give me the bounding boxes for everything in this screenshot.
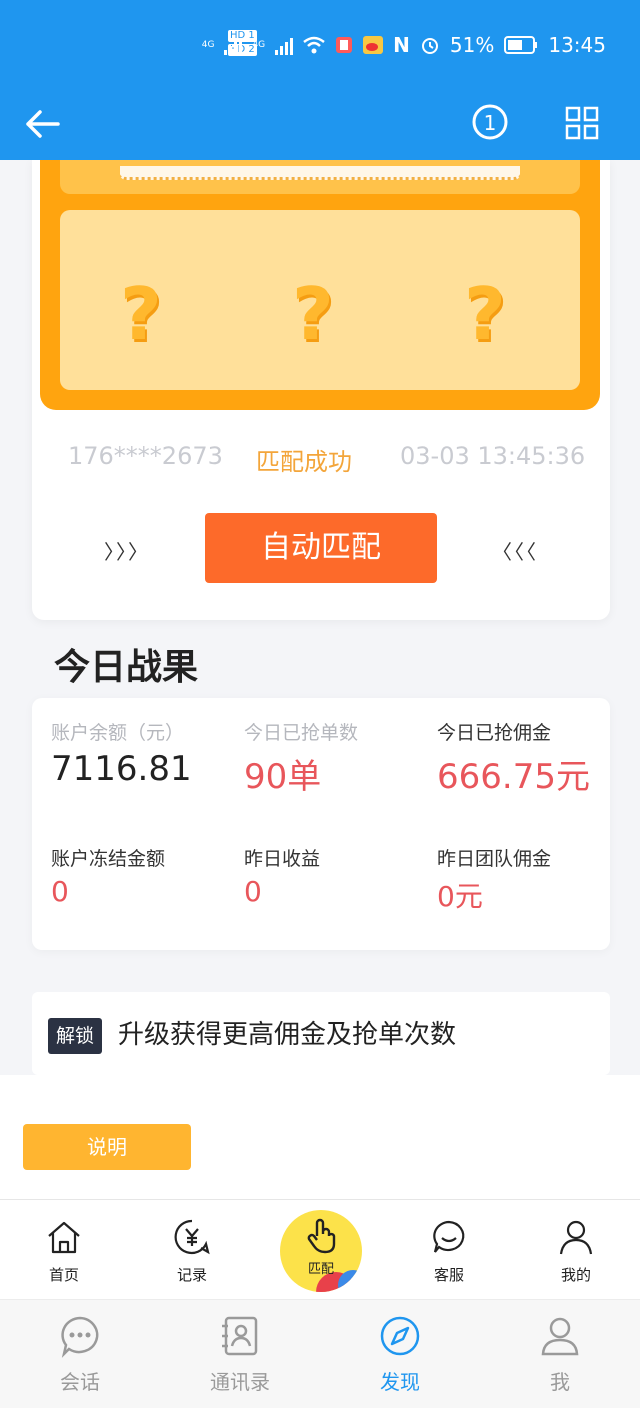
stat-orders: 今日已抢单数 90单 xyxy=(244,718,358,798)
stat-value: 0元 xyxy=(437,880,483,913)
nav-label: 发现 xyxy=(380,1370,420,1394)
match-card: ? ? ? 176****2673 匹配成功 03-03 13:45:36 〉〉… xyxy=(32,160,610,620)
tab-label: 我的 xyxy=(560,1266,591,1284)
nav-label: 会话 xyxy=(60,1370,100,1394)
stat-frozen: 账户冻结金额 0 xyxy=(51,844,165,908)
battery-icon xyxy=(504,36,538,54)
nav-chat[interactable]: 会话 xyxy=(30,1314,130,1395)
tab-label: 首页 xyxy=(48,1266,79,1284)
signal-icon xyxy=(224,35,243,55)
net1-label: 4G xyxy=(201,40,215,50)
tap-finger-icon xyxy=(307,1218,336,1254)
slot-machine: ? ? ? xyxy=(40,160,600,410)
left-chevrons: 〉〉〉 xyxy=(104,540,150,564)
today-results-title: 今日战果 xyxy=(54,647,199,688)
stats-card: 账户余额（元） 7116.81 今日已抢单数 90单 今日已抢佣金 666.75… xyxy=(32,698,610,950)
unlock-tag: 解锁 xyxy=(48,1018,102,1054)
status-icons: 4G 4G N 51% 13:45 xyxy=(202,33,606,57)
yen-bubble-icon xyxy=(174,1219,210,1255)
battery-percent: 51% xyxy=(449,33,495,57)
grid-menu-icon[interactable] xyxy=(564,100,600,144)
stat-commission: 今日已抢佣金 666.75元 xyxy=(437,718,590,798)
tab-home[interactable]: 首页 xyxy=(24,1218,104,1285)
system-nav-bar: 会话 通讯录 发现 我 xyxy=(0,1299,640,1408)
stat-value: 7116.81 xyxy=(51,749,192,789)
app-navbar: 1 xyxy=(0,96,640,160)
nav-label: 通讯录 xyxy=(210,1370,270,1394)
right-chevrons: 〈〈〈 xyxy=(492,540,538,564)
unlock-text: 升级获得更高佣金及抢单次数 xyxy=(118,1020,457,1050)
stat-label: 账户余额（元） xyxy=(51,722,185,744)
home-icon xyxy=(48,1221,80,1254)
stat-value: 666.75元 xyxy=(437,757,590,797)
wifi-icon xyxy=(303,36,325,54)
nav-me[interactable]: 我 xyxy=(510,1314,610,1395)
tab-records[interactable]: 记录 xyxy=(152,1218,232,1285)
match-status: 匹配成功 xyxy=(256,448,352,476)
stat-value: 0 xyxy=(244,875,262,908)
match-time: 03-03 13:45:36 xyxy=(400,442,586,470)
tab-mine[interactable]: 我的 xyxy=(536,1218,616,1285)
status-bar: HD 1 HD 2 4G 4G N 51% 13:45 xyxy=(0,0,640,96)
tab-label: 记录 xyxy=(176,1266,207,1284)
nfc-icon: N xyxy=(393,33,410,57)
me-icon xyxy=(541,1317,579,1356)
stat-value: 90单 xyxy=(244,757,322,797)
chat-bubble-icon xyxy=(433,1220,465,1253)
nav-contacts[interactable]: 通讯录 xyxy=(190,1314,290,1395)
page-content: ? ? ? 176****2673 匹配成功 03-03 13:45:36 〉〉… xyxy=(0,160,640,1075)
stat-yesterday-income: 昨日收益 0 xyxy=(244,844,320,908)
user-icon xyxy=(559,1220,593,1255)
net2-label: 4G xyxy=(252,40,266,50)
tab-label: 客服 xyxy=(433,1266,464,1284)
compass-icon xyxy=(380,1316,420,1356)
stat-balance: 账户余额（元） 7116.81 xyxy=(51,718,192,789)
book-app-icon xyxy=(336,37,353,53)
unlock-banner[interactable]: 解锁 升级获得更高佣金及抢单次数 xyxy=(32,992,610,1075)
nav-discover[interactable]: 发现 xyxy=(350,1314,450,1395)
stat-label: 今日已抢单数 xyxy=(244,722,359,744)
auto-match-button[interactable]: 自动匹配 xyxy=(205,513,437,583)
stat-value: 0 xyxy=(51,875,69,908)
tab-service[interactable]: 客服 xyxy=(409,1218,489,1285)
chat-icon xyxy=(61,1316,99,1358)
tab-match-center-button[interactable]: 匹配 xyxy=(280,1210,362,1292)
slot-rail xyxy=(120,166,520,180)
match-phone: 176****2673 xyxy=(68,442,223,470)
tab-label: 匹配 xyxy=(307,1262,334,1277)
slot-question-1: ? xyxy=(120,272,162,356)
clock: 13:45 xyxy=(548,33,606,57)
slot-question-2: ? xyxy=(292,272,334,356)
weibo-icon xyxy=(363,36,384,54)
stat-label: 昨日团队佣金 xyxy=(437,848,552,870)
slot-question-3: ? xyxy=(464,272,506,356)
stat-team-commission: 昨日团队佣金 0元 xyxy=(437,844,551,915)
stat-label: 账户冻结金额 xyxy=(51,848,166,870)
signal-icon xyxy=(275,35,294,55)
svg-text:1: 1 xyxy=(484,111,497,135)
stat-label: 昨日收益 xyxy=(244,848,321,870)
back-arrow-icon[interactable] xyxy=(22,102,62,146)
alarm-icon xyxy=(421,38,438,54)
stat-label: 今日已抢佣金 xyxy=(437,722,552,744)
contacts-icon xyxy=(222,1316,258,1356)
nav-label: 我 xyxy=(550,1370,570,1394)
explain-button[interactable]: 说明 xyxy=(23,1124,191,1170)
info-circle-icon[interactable]: 1 xyxy=(470,100,510,144)
